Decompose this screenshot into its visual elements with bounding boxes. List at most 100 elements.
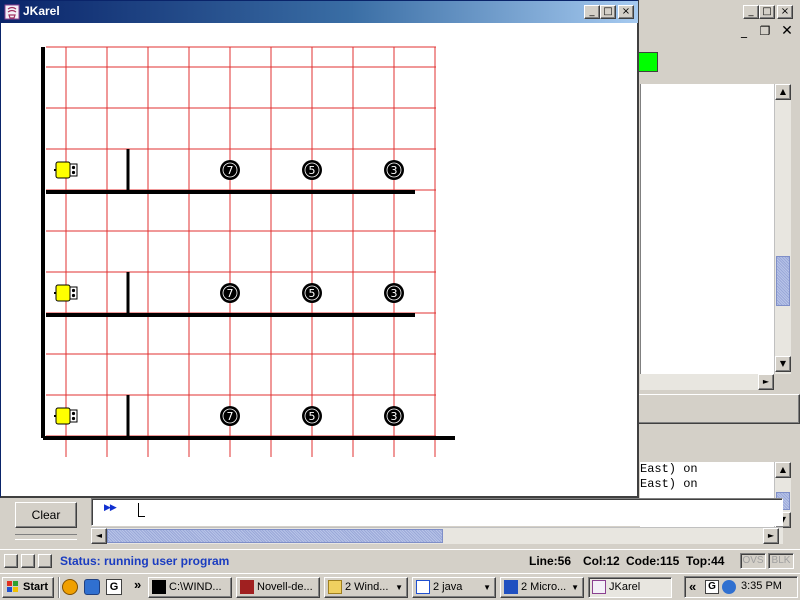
beeper: 5 (302, 283, 322, 303)
bg-maximize-button[interactable]: □ (759, 5, 775, 19)
windows-logo-icon (7, 581, 18, 592)
command-input-area[interactable]: ▶▶ (91, 498, 783, 526)
scroll-left-arrow-icon[interactable]: ◄ (91, 528, 107, 544)
beeper-count: 7 (227, 410, 234, 423)
tray-g-icon[interactable]: G (705, 580, 719, 594)
quicklaunch-ie-icon[interactable] (84, 579, 100, 595)
blk-indicator: BLK (768, 553, 794, 569)
divider (58, 577, 60, 598)
background-toolbar (638, 48, 800, 78)
window-icon (416, 580, 430, 594)
taskbar-item-label: Novell-de... (257, 581, 313, 593)
beeper-count: 5 (309, 287, 316, 300)
scroll-right-arrow-icon[interactable]: ► (758, 374, 774, 390)
scroll-thumb[interactable] (107, 529, 443, 543)
background-window-menubar: _ ❐ ✕ (638, 22, 800, 46)
bg-minimize-button[interactable]: _ (743, 5, 759, 19)
beeper: 7 (220, 406, 240, 426)
system-tray: « G 3:35 PM (684, 576, 798, 598)
text-caret (138, 503, 139, 517)
beeper-count: 5 (309, 410, 316, 423)
console-line: East) on (640, 477, 698, 491)
jkarel-window: JKarel _ □ × 7 5 3 7 5 3 7 5 3 (0, 0, 639, 498)
col-indicator: Col:12 (583, 554, 620, 568)
karel-body (55, 161, 71, 179)
karel-body (55, 407, 71, 425)
dropdown-arrow-icon: ▼ (395, 583, 403, 592)
scroll-down-arrow-icon[interactable]: ▼ (775, 356, 791, 372)
taskbar-item-jkarel[interactable]: JKarel (588, 577, 672, 598)
scroll-right-arrow-icon[interactable]: ► (763, 528, 779, 544)
quicklaunch-browser-icon[interactable] (62, 579, 78, 595)
taskbar-item-java[interactable]: 2 java ▼ (412, 577, 496, 598)
beeper-count: 5 (309, 164, 316, 177)
background-panel-bar (638, 394, 800, 424)
quicklaunch-g-icon[interactable]: G (106, 579, 122, 595)
clear-button[interactable]: Clear (15, 502, 77, 528)
taskbar-item-word[interactable]: 2 Micro... ▼ (500, 577, 584, 598)
scroll-up-arrow-icon[interactable]: ▲ (775, 462, 791, 478)
world-grid (46, 46, 436, 457)
quicklaunch-chevron[interactable]: » (134, 577, 141, 592)
beeper: 7 (220, 160, 240, 180)
window-title: JKarel (23, 4, 60, 18)
karel-world: 7 5 3 7 5 3 7 5 3 (41, 46, 455, 457)
layout-toggle-3-icon[interactable] (38, 554, 52, 568)
bg-mdi-minimize-button[interactable]: _ (735, 25, 753, 43)
taskbar-item-label: 2 Micro... (521, 581, 567, 593)
tray-network-icon[interactable] (722, 580, 736, 594)
scroll-thumb[interactable] (776, 256, 790, 306)
bg-mdi-restore-button[interactable]: ❐ (756, 25, 774, 43)
layout-toggle-1-icon[interactable] (4, 554, 18, 568)
karel-robot-icon (54, 407, 78, 425)
karel-eye (71, 165, 76, 170)
karel-eye (71, 293, 76, 298)
layout-toggle-2-icon[interactable] (21, 554, 35, 568)
beeper-count: 3 (391, 410, 398, 423)
taskbar-item-label: 2 java (433, 581, 463, 593)
beeper-count: 7 (227, 164, 234, 177)
tray-chevron[interactable]: « (689, 579, 696, 594)
novell-icon (240, 580, 254, 594)
taskbar-item-cmd[interactable]: C:\WIND... (148, 577, 232, 598)
dropdown-arrow-icon: ▼ (483, 583, 491, 592)
background-window-titlebar: _ □ × (638, 0, 800, 24)
text-caret-base (138, 516, 145, 517)
start-button[interactable]: Start (2, 577, 54, 598)
bg-close-button[interactable]: × (777, 5, 793, 19)
top-indicator: Top:44 (686, 554, 725, 568)
karel-face (69, 409, 78, 423)
beeper-count: 3 (391, 287, 398, 300)
beeper: 3 (384, 283, 404, 303)
karel-robot-icon (54, 161, 78, 179)
taskbar-item-windows-explorer[interactable]: 2 Wind... ▼ (324, 577, 408, 598)
karel-eye (71, 170, 76, 175)
background-editor-area[interactable] (640, 84, 774, 374)
editor-horizontal-scrollbar[interactable]: ► (640, 374, 774, 390)
scroll-up-arrow-icon[interactable]: ▲ (775, 84, 791, 100)
karel-body (55, 284, 71, 302)
taskbar: Start G » C:\WIND... Novell-de... 2 Wind… (0, 573, 800, 600)
taskbar-item-novell[interactable]: Novell-de... (236, 577, 320, 598)
start-label: Start (23, 581, 49, 593)
command-horizontal-scrollbar[interactable]: ◄ ► (91, 527, 783, 544)
folder-icon (328, 580, 342, 594)
karel-face (69, 286, 78, 300)
karel-eye (71, 411, 76, 416)
console-line: East) on (640, 462, 698, 476)
status-text: Status: running user program (60, 554, 230, 568)
clock: 3:35 PM (741, 580, 782, 592)
minimize-button[interactable]: _ (584, 5, 600, 19)
beeper: 5 (302, 160, 322, 180)
divider (15, 534, 77, 540)
taskbar-item-label: 2 Wind... (345, 581, 389, 593)
bg-mdi-close-button[interactable]: ✕ (778, 24, 796, 43)
prompt-icon: ▶▶ (104, 503, 117, 513)
karel-robot-icon (54, 284, 78, 302)
jkarel-titlebar[interactable]: JKarel _ □ × (1, 1, 638, 23)
editor-vertical-scrollbar[interactable]: ▲ ▼ (774, 84, 791, 374)
maximize-button[interactable]: □ (600, 5, 616, 19)
status-bar: Status: running user program Line:56 Col… (0, 549, 800, 571)
close-button[interactable]: × (618, 5, 634, 19)
beeper: 7 (220, 283, 240, 303)
